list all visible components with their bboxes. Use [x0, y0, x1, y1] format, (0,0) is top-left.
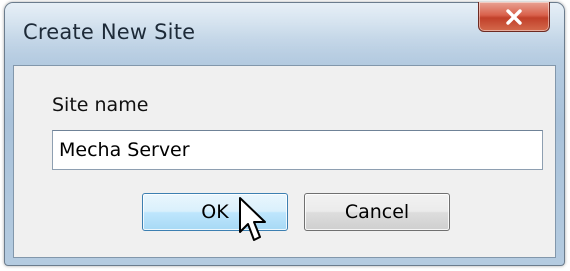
site-name-input[interactable] — [52, 130, 543, 170]
dialog-title: Create New Site — [23, 20, 196, 44]
create-new-site-dialog: Create New Site Site name OK Cancel — [4, 2, 565, 266]
cancel-button[interactable]: Cancel — [304, 193, 450, 231]
dialog-client-area: Site name OK Cancel — [13, 65, 556, 258]
site-name-label: Site name — [52, 94, 149, 116]
close-button[interactable] — [478, 2, 550, 32]
arrow-cursor-icon — [239, 197, 266, 241]
close-x-icon — [506, 8, 522, 25]
